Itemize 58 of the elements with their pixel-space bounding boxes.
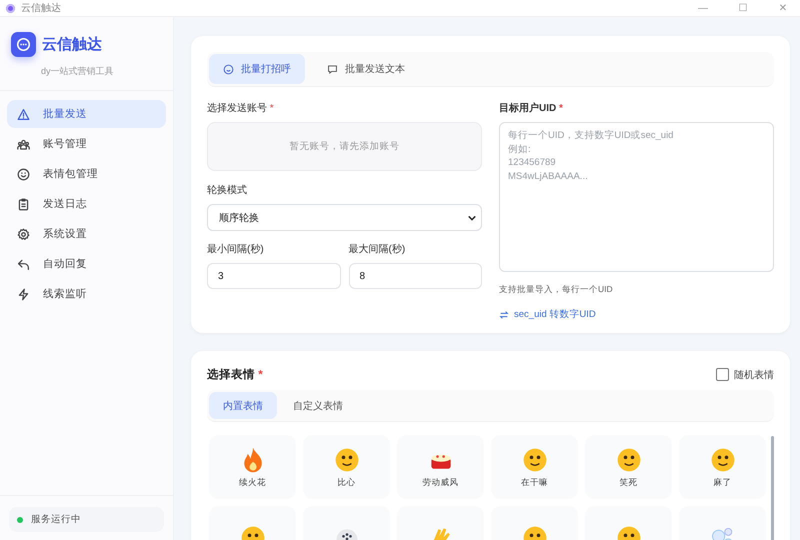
emoji-label: 笑死 <box>620 476 638 488</box>
mode-tab[interactable]: 批量打招呼 <box>209 54 305 84</box>
input-field[interactable]: 8 <box>348 263 482 289</box>
emoji-label: 续火花 <box>239 476 266 488</box>
users-icon <box>17 138 30 150</box>
emoji-tile[interactable]: 笑死 <box>586 436 671 498</box>
section-title: 选择表情 * <box>207 367 263 382</box>
field-label: 最大间隔(秒) <box>348 242 406 256</box>
rotation-select[interactable]: 顺序轮换 <box>207 204 482 231</box>
nav-item[interactable]: 表情包管理 <box>7 160 166 188</box>
brand-tagline: dy一站式营销工具 <box>41 65 115 78</box>
empty-message: 暂无账号，请先添加账号 <box>290 140 400 153</box>
clipboard-icon <box>17 198 30 210</box>
field-label: 最小间隔(秒) <box>207 242 265 256</box>
mode-tab[interactable]: 批量发送文本 <box>313 54 419 84</box>
smiley-face-icon <box>332 446 360 474</box>
swap-arrows-icon <box>499 310 509 320</box>
emoji-tile[interactable]: 比心 <box>304 436 389 498</box>
settings-icon <box>17 228 30 240</box>
convert-uid-link[interactable]: sec_uid 转数字UID <box>499 308 596 321</box>
nav-item[interactable]: 账号管理 <box>7 130 166 158</box>
field-label: 轮换模式 <box>207 184 248 197</box>
lightning-icon <box>17 288 30 300</box>
smiley-face-icon <box>520 446 548 474</box>
app-logo-icon <box>6 4 15 12</box>
emoji-tile[interactable]: 劳动威风 <box>398 436 483 498</box>
emoji-label: 劳动威风 <box>422 476 458 488</box>
nav-item[interactable]: 自动回复 <box>7 250 166 278</box>
nav-item[interactable]: 线索监听 <box>7 280 166 308</box>
emoji-label: 比心 <box>338 476 356 488</box>
emoji-tab[interactable]: 自定义表情 <box>279 392 357 419</box>
emoji-tile[interactable]: 在干嘛 <box>492 436 577 498</box>
hint-text: 支持批量导入，每行一个UID <box>499 284 614 296</box>
uid-text-area[interactable]: 每行一个UID，支持数字UID或sec_uid 例如: 123456789 MS4wLjABAAAA... <box>499 122 774 272</box>
emoji-tile[interactable]: 续火花 <box>210 436 295 498</box>
emoji-tab[interactable]: 内置表情 <box>209 392 277 419</box>
field-label: 目标用户UID * <box>499 101 564 115</box>
nav-item[interactable]: 批量发送 <box>7 100 166 128</box>
reply-arrow-icon <box>17 258 30 270</box>
chat-bubble-icon <box>327 64 338 74</box>
emoji-label: 在干嘛 <box>521 476 548 488</box>
nav-item[interactable]: 系统设置 <box>7 220 166 248</box>
smiley-face-icon <box>614 446 642 474</box>
input-field[interactable]: 3 <box>207 263 340 289</box>
warning-icon <box>17 108 30 120</box>
brand-name: 云信触达 <box>42 35 102 54</box>
status-text: 服务运行中 <box>31 513 81 526</box>
smiley-face-icon <box>708 446 736 474</box>
caret-icon <box>468 214 476 220</box>
field-label: 选择发送账号 * <box>207 102 275 115</box>
random-emoji-checkbox[interactable]: 随机表情 <box>716 368 774 382</box>
window-title: 云信触达 <box>21 2 61 15</box>
chat-bubble-logo-icon <box>11 32 36 57</box>
smiley-icon <box>223 64 234 74</box>
smiley-icon <box>17 168 30 180</box>
emoji-tile[interactable]: 麻了 <box>680 436 765 498</box>
nav-item[interactable]: 发送日志 <box>7 190 166 218</box>
emoji-label: 麻了 <box>714 476 732 488</box>
